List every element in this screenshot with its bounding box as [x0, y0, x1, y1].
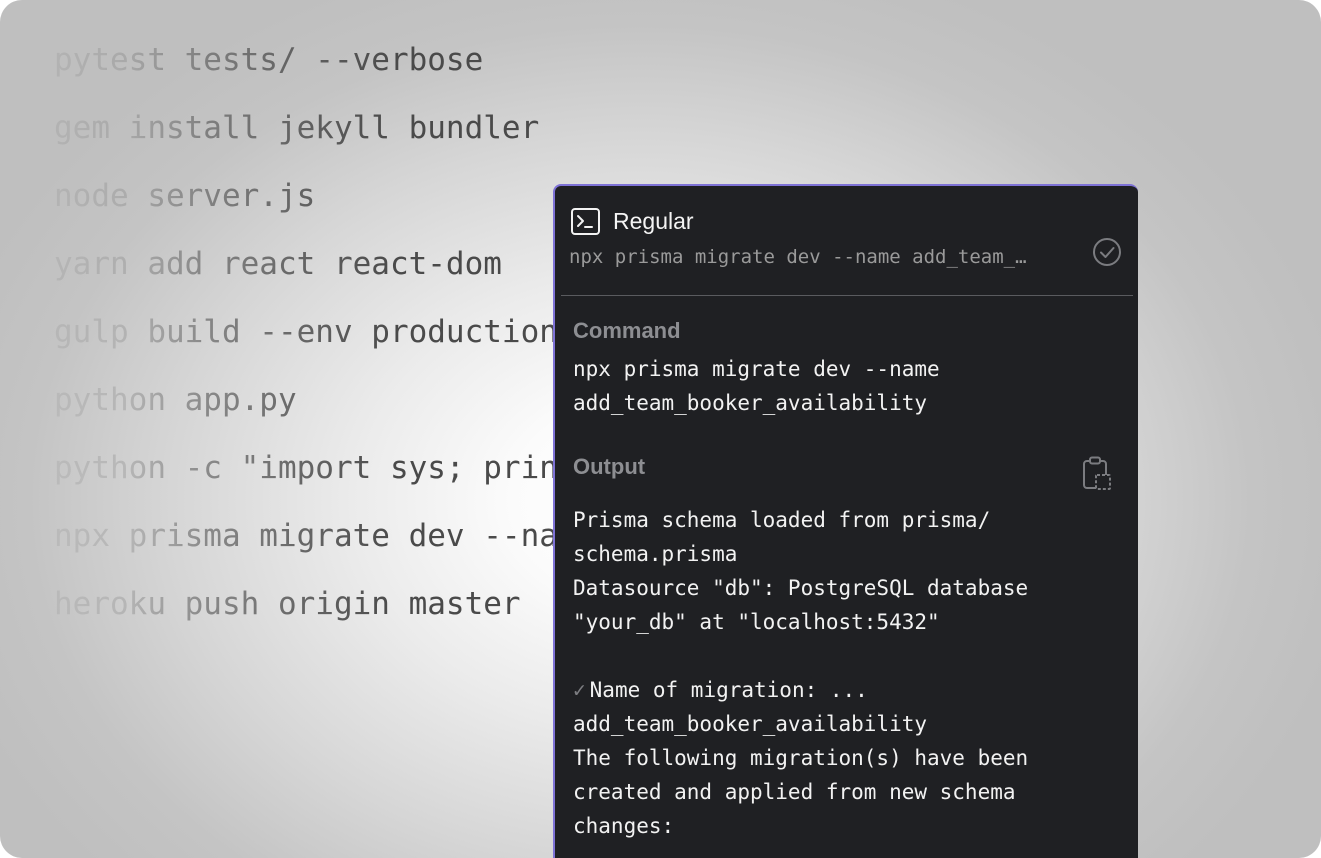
output-line: "your_db" at "localhost:5432" [573, 610, 940, 634]
output-line: schema.prisma [573, 542, 738, 566]
divider [561, 295, 1133, 296]
command-detail-panel: Regular npx prisma migrate dev --name ad… [553, 184, 1138, 858]
output-text: Prisma schema loaded from prisma/ schema… [573, 503, 1093, 843]
canvas: pytest tests/ --verbose gem install jeky… [0, 0, 1321, 858]
command-line: npx prisma migrate dev --name [573, 357, 940, 381]
command-text: npx prisma migrate dev --name add_team_b… [573, 352, 1013, 420]
output-line: The following migration(s) have been [573, 746, 1029, 770]
check-mark-icon: ✓ [573, 678, 586, 702]
check-circle-icon[interactable] [1091, 236, 1123, 268]
output-line: Datasource "db": PostgreSQL database [573, 576, 1029, 600]
output-line [573, 639, 1093, 673]
header-command-preview: npx prisma migrate dev --name add_team_… [569, 246, 1027, 268]
output-line: add_team_booker_availability [573, 712, 928, 736]
output-line: created and applied from new schema [573, 780, 1016, 804]
history-item[interactable]: pytest tests/ --verbose [54, 38, 1137, 106]
mode-label: Regular [613, 208, 694, 234]
output-line: ✓ Name of migration: ... [573, 673, 1093, 707]
history-item[interactable]: gem install jekyll bundler [54, 106, 1137, 174]
command-section-title: Command [573, 318, 681, 343]
copy-clipboard-icon[interactable] [1081, 456, 1113, 492]
output-line: changes: [573, 814, 675, 838]
output-line-text: Name of migration: ... [589, 678, 868, 702]
command-line: add_team_booker_availability [573, 391, 928, 415]
output-section-title: Output [573, 454, 646, 479]
output-line: Prisma schema loaded from prisma/ [573, 508, 991, 532]
terminal-icon [571, 208, 600, 235]
panel-header: Regular npx prisma migrate dev --name ad… [555, 186, 1138, 296]
